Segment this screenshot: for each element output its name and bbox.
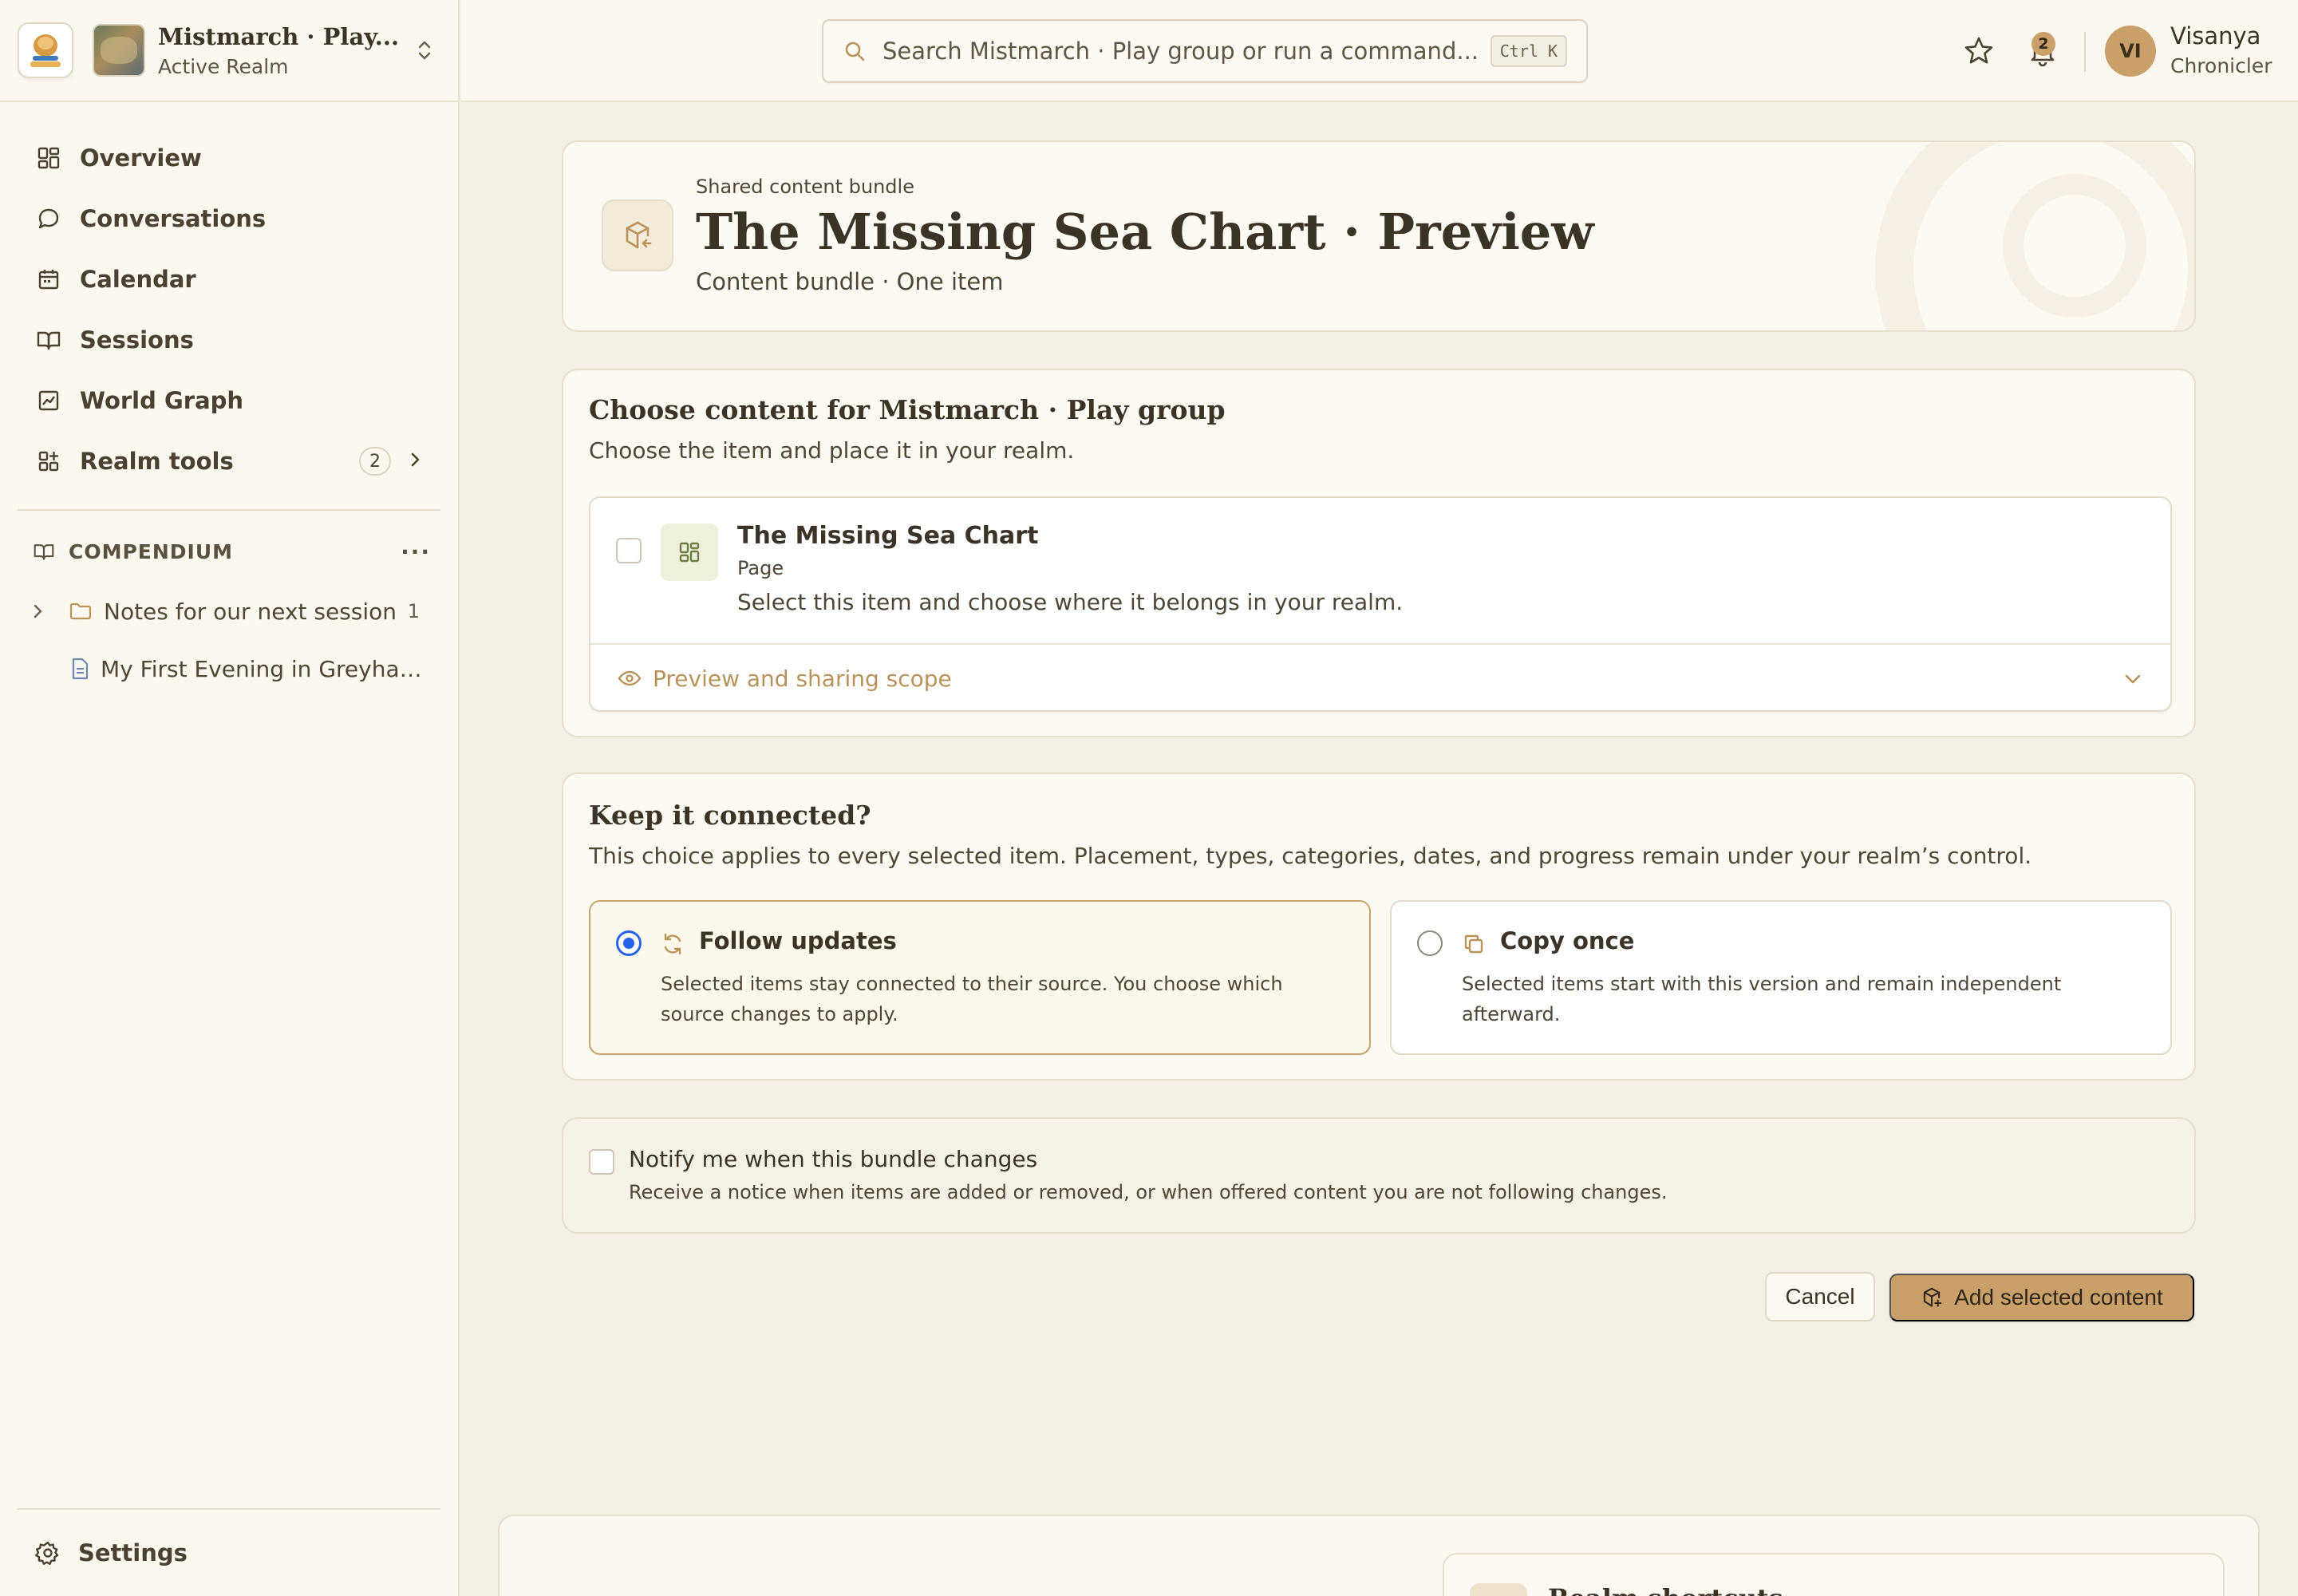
realm-thumbnail — [93, 24, 145, 77]
compendium-more-button[interactable]: ··· — [401, 539, 431, 565]
settings-link[interactable]: Settings — [18, 1508, 440, 1596]
package-add-icon — [1921, 1286, 1943, 1309]
app-logo[interactable] — [18, 22, 73, 78]
folder-count: 1 — [407, 600, 420, 622]
package-import-icon — [602, 200, 673, 271]
option-copy-once[interactable]: Copy once Selected items start with this… — [1390, 900, 2172, 1055]
preview-scope-label: Preview and sharing scope — [653, 665, 952, 692]
folder-label: Notes for our next session — [104, 598, 397, 625]
nav-label: Calendar — [80, 266, 196, 293]
user-name[interactable]: Visanya — [2170, 22, 2260, 49]
copy-once-description: Selected items start with this version a… — [1462, 973, 2062, 1025]
page-title: The Missing Sea Chart · Preview — [696, 203, 1594, 261]
notify-checkbox[interactable] — [589, 1149, 614, 1175]
chevron-down-icon[interactable] — [2122, 666, 2143, 692]
connected-subtitle: This choice applies to every selected it… — [589, 843, 2032, 869]
preview-scope-toggle[interactable]: Preview and sharing scope — [590, 643, 2170, 710]
compendium-header: COMPENDIUM ··· — [0, 520, 458, 583]
doc-label: My First Evening in Greyhaven — [101, 655, 428, 682]
sidebar: Mistmarch · Play... Active Realm Overvie… — [0, 0, 460, 1596]
choose-subtitle: Choose the item and place it in your rea… — [589, 437, 1075, 464]
user-role: Chronicler — [2170, 54, 2272, 77]
search-input[interactable]: Search Mistmarch · Play group or run a c… — [822, 19, 1588, 83]
search-icon — [843, 39, 867, 63]
realm-shortcuts-card: Realm shortcuts — [1443, 1553, 2225, 1596]
page-icon — [661, 523, 718, 581]
chevron-right-icon[interactable] — [32, 602, 56, 620]
item-description: Select this item and choose where it bel… — [737, 589, 1404, 615]
eye-icon — [618, 669, 642, 688]
bottom-panel: Realm shortcuts — [498, 1515, 2260, 1596]
nav-label: Conversations — [80, 205, 267, 232]
add-selected-content-button[interactable]: Add selected content — [1889, 1274, 2194, 1321]
chevron-up-down-icon[interactable] — [409, 34, 440, 66]
nav-item-conversations[interactable]: Conversations — [0, 188, 458, 249]
main-nav: Overview Conversations Calendar Sessions… — [0, 102, 458, 492]
nav-item-calendar[interactable]: Calendar — [0, 249, 458, 310]
nav-label: Sessions — [80, 326, 194, 354]
avatar[interactable]: VI — [2105, 26, 2156, 77]
nav-label: Overview — [80, 144, 202, 172]
item-type: Page — [737, 557, 784, 579]
star-icon[interactable] — [1963, 35, 1995, 67]
cancel-button[interactable]: Cancel — [1765, 1272, 1875, 1321]
chevron-right-icon[interactable] — [409, 448, 423, 475]
topbar-divider — [2084, 32, 2086, 72]
refresh-icon — [661, 932, 685, 956]
bundle-header-card: Shared content bundle The Missing Sea Ch… — [562, 140, 2196, 332]
nav-item-sessions[interactable]: Sessions — [0, 310, 458, 370]
nav-item-realm-tools[interactable]: Realm tools 2 — [0, 431, 458, 492]
tree-folder-item[interactable]: Notes for our next session 1 — [0, 583, 458, 640]
top-bar: Search Mistmarch · Play group or run a c… — [461, 0, 2298, 102]
choose-title: Choose content for Mistmarch · Play grou… — [589, 394, 1226, 425]
page-subtitle: Content bundle · One item — [696, 268, 1004, 295]
add-selected-content-label: Add selected content — [1954, 1285, 2163, 1310]
follow-updates-title: Follow updates — [699, 927, 897, 954]
settings-label: Settings — [78, 1539, 188, 1566]
search-placeholder: Search Mistmarch · Play group or run a c… — [882, 38, 1479, 65]
tree-doc-item[interactable]: My First Evening in Greyhaven — [0, 640, 458, 697]
realm-switcher[interactable]: Mistmarch · Play... Active Realm — [0, 0, 458, 102]
open-book-icon — [35, 326, 62, 354]
nav-item-overview[interactable]: Overview — [0, 128, 458, 188]
gear-icon — [35, 1540, 61, 1566]
copy-once-title: Copy once — [1500, 927, 1635, 954]
bundle-item: The Missing Sea Chart Page Select this i… — [589, 496, 2172, 712]
folder-icon — [69, 601, 93, 622]
keep-connected-card: Keep it connected? This choice applies t… — [562, 772, 2196, 1080]
realm-shortcuts-title: Realm shortcuts — [1548, 1583, 1783, 1596]
option-follow-updates[interactable]: Follow updates Selected items stay conne… — [589, 900, 1371, 1055]
decorative-ring — [2003, 174, 2146, 318]
realm-name: Mistmarch · Play... — [158, 22, 400, 50]
book-icon — [32, 541, 56, 562]
realm-status: Active Realm — [158, 54, 289, 78]
notification-count-badge: 2 — [2031, 32, 2055, 56]
copy-icon — [1462, 932, 1486, 956]
shortcuts-icon — [1470, 1583, 1527, 1596]
follow-updates-description: Selected items stay connected to their s… — [661, 973, 1283, 1025]
line-chart-icon — [35, 387, 62, 414]
notify-description: Receive a notice when items are added or… — [629, 1181, 1668, 1203]
sidebar-divider — [18, 509, 440, 511]
item-checkbox[interactable] — [616, 538, 642, 563]
apps-add-icon — [35, 448, 62, 475]
connected-title: Keep it connected? — [589, 800, 871, 831]
calendar-icon — [35, 266, 62, 293]
item-title: The Missing Sea Chart — [737, 522, 1039, 550]
realm-tools-count-badge: 2 — [359, 447, 391, 476]
search-shortcut: Ctrl K — [1490, 35, 1567, 67]
notify-card: Notify me when this bundle changes Recei… — [562, 1117, 2196, 1234]
notify-label[interactable]: Notify me when this bundle changes — [629, 1146, 1037, 1172]
follow-updates-radio[interactable] — [616, 930, 642, 956]
nav-label: World Graph — [80, 387, 244, 414]
dashboard-icon — [35, 144, 62, 172]
nav-item-world-graph[interactable]: World Graph — [0, 370, 458, 431]
choose-content-card: Choose content for Mistmarch · Play grou… — [562, 369, 2196, 737]
bundle-kicker: Shared content bundle — [696, 176, 914, 198]
document-icon — [70, 658, 89, 680]
copy-once-radio[interactable] — [1417, 930, 1443, 956]
nav-label: Realm tools — [80, 448, 234, 475]
compendium-heading: COMPENDIUM — [69, 539, 234, 563]
chat-bubble-icon — [35, 205, 62, 232]
